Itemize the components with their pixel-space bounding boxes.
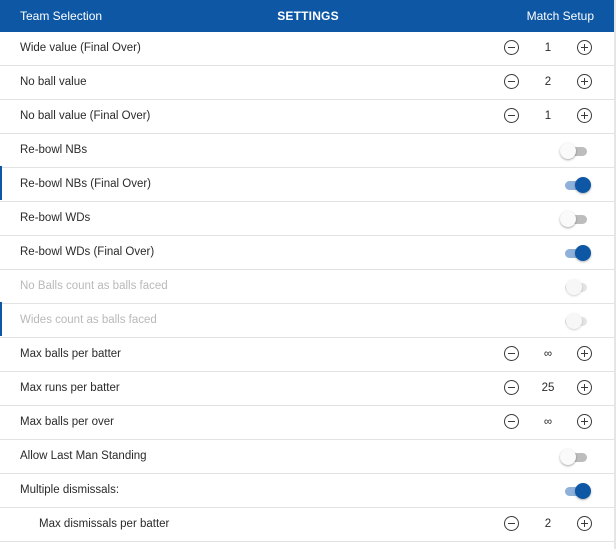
toggle-knob	[575, 245, 591, 261]
setting-row-max-balls-per-batter: Max balls per batter ∞	[0, 338, 616, 372]
setting-label: Re-bowl NBs	[20, 144, 88, 156]
setting-row-re-bowl-nbs-final-over: Re-bowl NBs (Final Over)	[0, 168, 616, 202]
toggle-switch[interactable]	[560, 142, 592, 160]
setting-label: Re-bowl WDs (Final Over)	[20, 246, 155, 258]
toggle-switch[interactable]	[560, 448, 592, 466]
toggle-knob	[575, 177, 591, 193]
setting-label: No ball value (Final Over)	[20, 110, 151, 122]
setting-label: Max dismissals per batter	[39, 518, 170, 530]
match-setup-link[interactable]: Match Setup	[527, 0, 594, 32]
setting-row-no-balls-count-as-balls-faced: No Balls count as balls faced	[0, 270, 616, 304]
toggle-knob	[560, 143, 576, 159]
setting-label: No Balls count as balls faced	[20, 280, 168, 292]
page-title: SETTINGS	[277, 9, 339, 23]
stepper-value: 2	[544, 76, 552, 88]
minus-circle-icon[interactable]	[504, 74, 519, 89]
setting-label: Multiple dismissals:	[20, 484, 120, 496]
settings-list: Wide value (Final Over) 1 No ball value 2 No…	[0, 32, 616, 542]
minus-circle-icon[interactable]	[504, 380, 519, 395]
minus-circle-icon[interactable]	[504, 346, 519, 361]
setting-label: Max balls per batter	[20, 348, 121, 360]
stepper-value: 2	[544, 518, 552, 530]
stepper-value: 1	[544, 42, 552, 54]
setting-row-wides-count-as-balls-faced: Wides count as balls faced	[0, 304, 616, 338]
stepper-value: ∞	[543, 348, 553, 360]
setting-label: Max balls per over	[20, 416, 114, 428]
setting-row-max-dismissals-per-batter: Max dismissals per batter 2	[0, 508, 616, 542]
stepper-value: 25	[541, 382, 555, 394]
setting-label: Wides count as balls faced	[20, 314, 157, 326]
left-edge-indicator	[0, 302, 2, 336]
toggle-knob	[560, 211, 576, 227]
toggle-switch[interactable]	[560, 210, 592, 228]
toggle-switch[interactable]	[560, 482, 592, 500]
setting-row-wide-value-final-over: Wide value (Final Over) 1	[0, 32, 616, 66]
setting-label: Wide value (Final Over)	[20, 42, 141, 54]
setting-label: No ball value	[20, 76, 87, 88]
stepper-value: 1	[544, 110, 552, 122]
minus-circle-icon[interactable]	[504, 414, 519, 429]
setting-label: Re-bowl NBs (Final Over)	[20, 178, 151, 190]
plus-circle-icon[interactable]	[577, 346, 592, 361]
toggle-knob	[566, 313, 582, 329]
setting-row-re-bowl-nbs: Re-bowl NBs	[0, 134, 616, 168]
setting-row-re-bowl-wds-final-over: Re-bowl WDs (Final Over)	[0, 236, 616, 270]
setting-row-no-ball-value-final-over: No ball value (Final Over) 1	[0, 100, 616, 134]
left-edge-indicator	[0, 166, 2, 200]
toggle-knob	[575, 483, 591, 499]
toggle-switch	[560, 278, 592, 296]
minus-circle-icon[interactable]	[504, 40, 519, 55]
plus-circle-icon[interactable]	[577, 74, 592, 89]
setting-row-max-runs-per-batter: Max runs per batter 25	[0, 372, 616, 406]
toggle-knob	[560, 449, 576, 465]
setting-row-max-balls-per-over: Max balls per over ∞	[0, 406, 616, 440]
plus-circle-icon[interactable]	[577, 414, 592, 429]
minus-circle-icon[interactable]	[504, 516, 519, 531]
toggle-switch	[560, 312, 592, 330]
plus-circle-icon[interactable]	[577, 516, 592, 531]
setting-label: Re-bowl WDs	[20, 212, 91, 224]
plus-circle-icon[interactable]	[577, 380, 592, 395]
setting-row-allow-last-man-standing: Allow Last Man Standing	[0, 440, 616, 474]
setting-label: Max runs per batter	[20, 382, 120, 394]
stepper-value: ∞	[543, 416, 553, 428]
setting-row-no-ball-value: No ball value 2	[0, 66, 616, 100]
setting-row-re-bowl-wds: Re-bowl WDs	[0, 202, 616, 236]
setting-label: Allow Last Man Standing	[20, 450, 147, 462]
toggle-switch[interactable]	[560, 176, 592, 194]
toggle-knob	[566, 279, 582, 295]
settings-header: Team Selection SETTINGS Match Setup	[0, 0, 616, 32]
minus-circle-icon[interactable]	[504, 108, 519, 123]
plus-circle-icon[interactable]	[577, 108, 592, 123]
plus-circle-icon[interactable]	[577, 40, 592, 55]
setting-row-multiple-dismissals: Multiple dismissals:	[0, 474, 616, 508]
toggle-switch[interactable]	[560, 244, 592, 262]
